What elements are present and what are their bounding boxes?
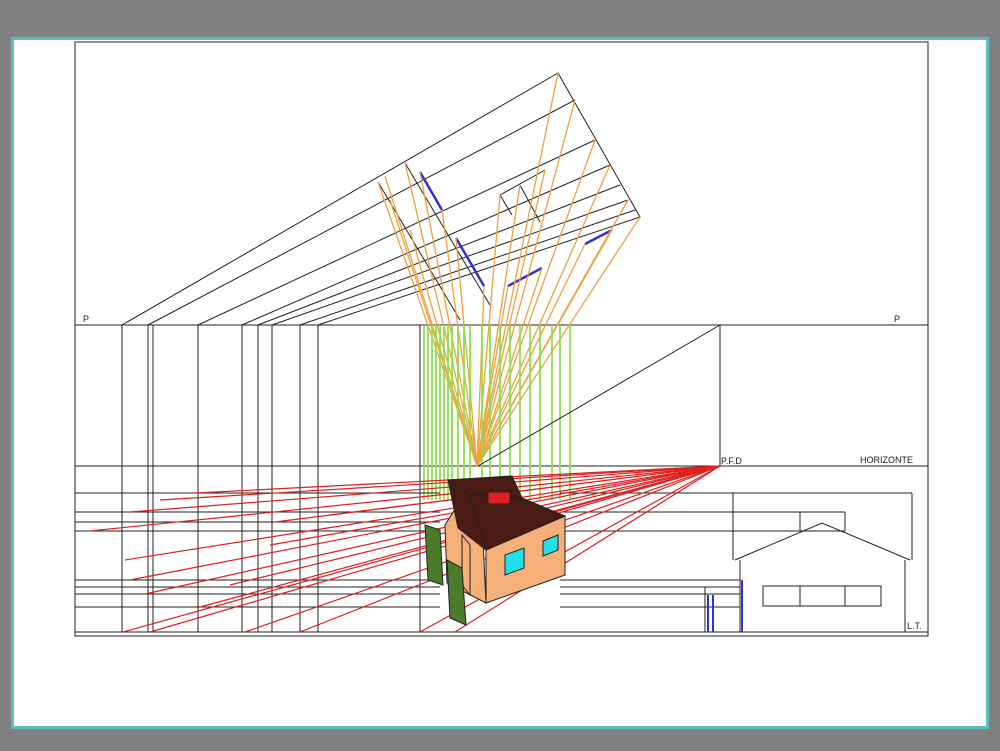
picture-plane-label-right: P (894, 314, 900, 324)
orange-visual-rays (377, 72, 641, 467)
rotated-plan (120, 72, 641, 326)
hedge-left (424, 524, 444, 586)
perspective-house (424, 475, 567, 626)
perspective-drawing: P P P.F.D HORIZONTE L.T. (74, 41, 929, 637)
plan-line (271, 199, 629, 326)
red-ray (129, 465, 721, 581)
orange-ray (476, 216, 641, 467)
orange-ray (476, 169, 546, 467)
chimney (487, 491, 511, 505)
elevation-window (762, 585, 882, 607)
pfd-diagonal (477, 324, 721, 467)
plan-window-marks (418, 171, 613, 288)
picture-plane-label-left: P (83, 314, 89, 324)
red-ray (124, 465, 721, 561)
side-elevation (734, 522, 911, 632)
vanishing-point-label: P.F.D (721, 456, 742, 466)
elevation-roof (734, 522, 911, 561)
red-ray (129, 465, 721, 513)
horizon-label: HORIZONTE (860, 455, 913, 465)
elevation-blue-marks (707, 580, 743, 632)
orange-ray (476, 164, 611, 467)
plan-line (241, 164, 611, 326)
ground-line-label: L.T. (907, 621, 922, 631)
orange-ray (476, 139, 596, 467)
